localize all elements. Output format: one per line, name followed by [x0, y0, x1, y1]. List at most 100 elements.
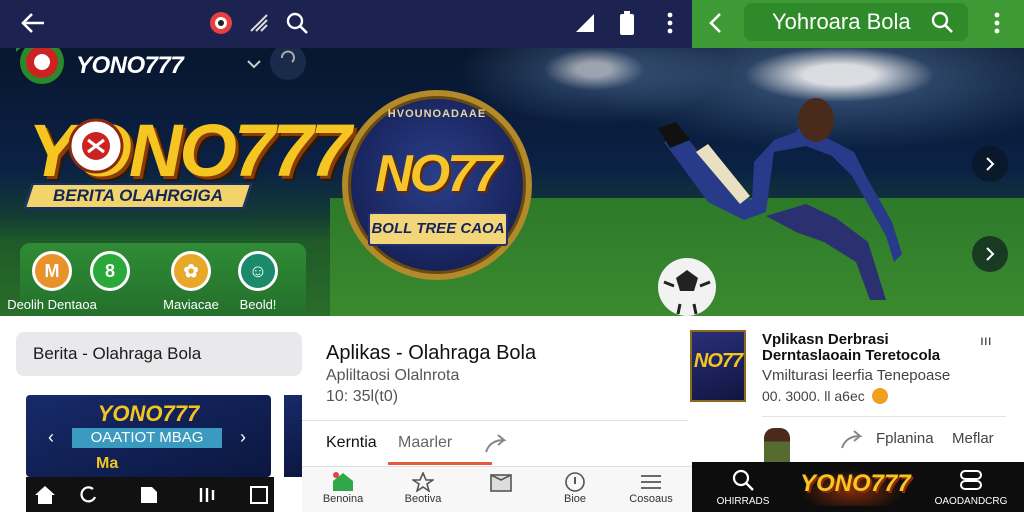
category-item[interactable]: 8 — [80, 251, 140, 297]
nav-item-menu[interactable]: Cosoaus — [616, 471, 686, 505]
tabs-icon[interactable] — [196, 484, 218, 506]
user-avatar — [764, 428, 790, 462]
promo-card-bottom: Ma — [96, 455, 119, 472]
square-icon[interactable] — [248, 484, 270, 506]
badge-top-text: HVOUNOADAAE — [387, 108, 487, 120]
divider — [302, 420, 690, 421]
category-item[interactable]: ✿ Maviacae — [161, 251, 221, 312]
soccer-ball-icon — [656, 256, 718, 316]
battery-icon — [612, 8, 642, 38]
article-panel: Aplikas - Olahraga Bola Apliltaosi Olaln… — [302, 316, 690, 466]
search-field-text: Yohroara Bola — [772, 9, 911, 34]
chevron-left-icon[interactable]: ‹ — [48, 427, 54, 448]
nav-label: Benoina — [322, 493, 364, 505]
tab-indicator — [388, 462, 492, 465]
app-meta-text: 00. 3000. ll a6ec — [762, 388, 865, 404]
category-icon: ✿ — [171, 251, 211, 291]
promo-card-peek[interactable] — [284, 395, 304, 477]
nav-label: Bioe — [563, 493, 587, 505]
nav-item-home[interactable]: Benoina — [308, 471, 378, 505]
app-title: Vplikasn Derbrasi — [762, 331, 889, 348]
nav-label: Cosoaus — [629, 493, 673, 505]
app-description: Vmilturasi leerfia Tenepoase — [762, 367, 951, 384]
article-meta: 10: 35l(t0) — [326, 388, 399, 405]
coin-icon — [871, 388, 888, 404]
bottom-bar-dark: OHIRRADS YONO777 OAODANDCRG — [692, 462, 1024, 512]
soccer-ball-icon — [68, 118, 124, 174]
search-icon[interactable] — [282, 8, 312, 38]
tab-other[interactable]: Maarler — [398, 434, 452, 452]
carousel-next-button[interactable] — [972, 146, 1008, 182]
nav-item-box[interactable] — [466, 471, 536, 493]
carousel-next-button[interactable] — [972, 236, 1008, 272]
nav-label: Beotiva — [404, 493, 442, 505]
chevron-right-icon[interactable]: › — [240, 427, 246, 448]
action-label[interactable]: Meflar — [952, 430, 994, 447]
home-icon — [332, 471, 354, 493]
category-icon: 8 — [90, 251, 130, 291]
app-thumbnail: NO77 — [690, 330, 746, 402]
action-label[interactable]: Fplanina — [876, 430, 934, 447]
badge-subtitle: BOLL TREE CAOA — [368, 212, 508, 246]
bottom-navigation: Benoina Beotiva Bioe Cosoaus — [302, 466, 692, 512]
category-icon: ☺ — [238, 251, 278, 291]
home-icon[interactable] — [34, 484, 56, 506]
app-meta: 00. 3000. ll a6ec — [762, 388, 888, 404]
badge-icon[interactable] — [206, 8, 236, 38]
brand-name: YONO777 — [76, 52, 184, 79]
app-dots: ııı — [980, 332, 992, 348]
top-app-bar — [0, 0, 692, 48]
promo-card[interactable]: YONO777 ‹ OAATIOT MBAG › Ma — [26, 395, 271, 477]
category-row: M Deolih Dentaoa 8 ✿ Maviacae ☺ Beold! — [7, 243, 306, 316]
signal-icon — [572, 8, 602, 38]
category-label: Maviacae — [163, 297, 219, 312]
category-label: Beold! — [239, 297, 277, 312]
promo-card-title: YONO777 — [97, 401, 200, 426]
nav-item-search[interactable]: OHIRRADS — [708, 468, 778, 507]
back-arrow-icon[interactable] — [18, 8, 48, 38]
bottom-logo[interactable]: YONO777 — [800, 470, 911, 506]
category-label: Deolih Dentaoa — [7, 297, 97, 312]
system-nav-bar — [26, 477, 274, 512]
more-vert-icon[interactable] — [994, 12, 1000, 34]
hero-ribbon-text: BERITA OLAHRGIGA — [53, 186, 223, 205]
menu-icon — [640, 471, 662, 493]
category-item[interactable]: M Deolih Dentaoa — [7, 251, 97, 312]
more-vert-icon[interactable] — [655, 8, 685, 38]
hero-ribbon: BERITA OLAHRGIGA — [23, 183, 253, 209]
hero-banner[interactable]: YONO777 YONO777 BERITA OLAHRGIGA M Deoli… — [0, 48, 1024, 316]
tab-active[interactable]: Kerntia — [326, 434, 377, 452]
refresh-icon[interactable] — [78, 484, 100, 506]
article-subtitle: Apliltaosi Olalnrota — [326, 367, 460, 384]
app-listing[interactable]: NO77 Vplikasn Derbrasi Derntaslaoain Ter… — [688, 316, 1024, 462]
pen-icon[interactable] — [244, 8, 274, 38]
section-pill[interactable]: Berita - Olahraga Bola — [16, 332, 302, 376]
promo-card-pill: OAATIOT MBAG — [72, 428, 222, 448]
divider — [762, 416, 1006, 417]
info-icon — [564, 471, 586, 493]
chevron-left-icon[interactable] — [708, 12, 722, 34]
chevron-down-icon[interactable] — [246, 58, 262, 70]
search-icon[interactable] — [930, 10, 954, 34]
search-field[interactable]: Yohroara Bola — [744, 3, 968, 41]
box-icon — [490, 471, 512, 493]
search-icon — [731, 468, 755, 492]
category-icon: M — [32, 251, 72, 291]
nav-label: OHIRRADS — [716, 496, 770, 507]
account-icon[interactable] — [268, 48, 308, 82]
app-title-line2: Derntaslaoain Teretocola — [762, 347, 941, 364]
category-item[interactable]: ☺ Beold! — [228, 251, 288, 312]
nav-label: OAODANDCRG — [934, 496, 1008, 507]
layers-icon — [958, 468, 984, 492]
brand-logo-icon — [16, 48, 68, 86]
badge-title: NO77 — [375, 145, 502, 203]
app-thumbnail-text: NO77 — [693, 350, 743, 372]
star-icon — [412, 471, 434, 493]
share-icon[interactable] — [484, 434, 508, 454]
nav-item-layers[interactable]: OAODANDCRG — [934, 468, 1008, 507]
share-icon[interactable] — [840, 430, 864, 450]
nav-item-info[interactable]: Bioe — [540, 471, 610, 505]
nav-item-favorites[interactable]: Beotiva — [388, 471, 458, 505]
section-pill-label: Berita - Olahraga Bola — [33, 344, 202, 363]
bookmark-icon[interactable] — [138, 484, 160, 506]
